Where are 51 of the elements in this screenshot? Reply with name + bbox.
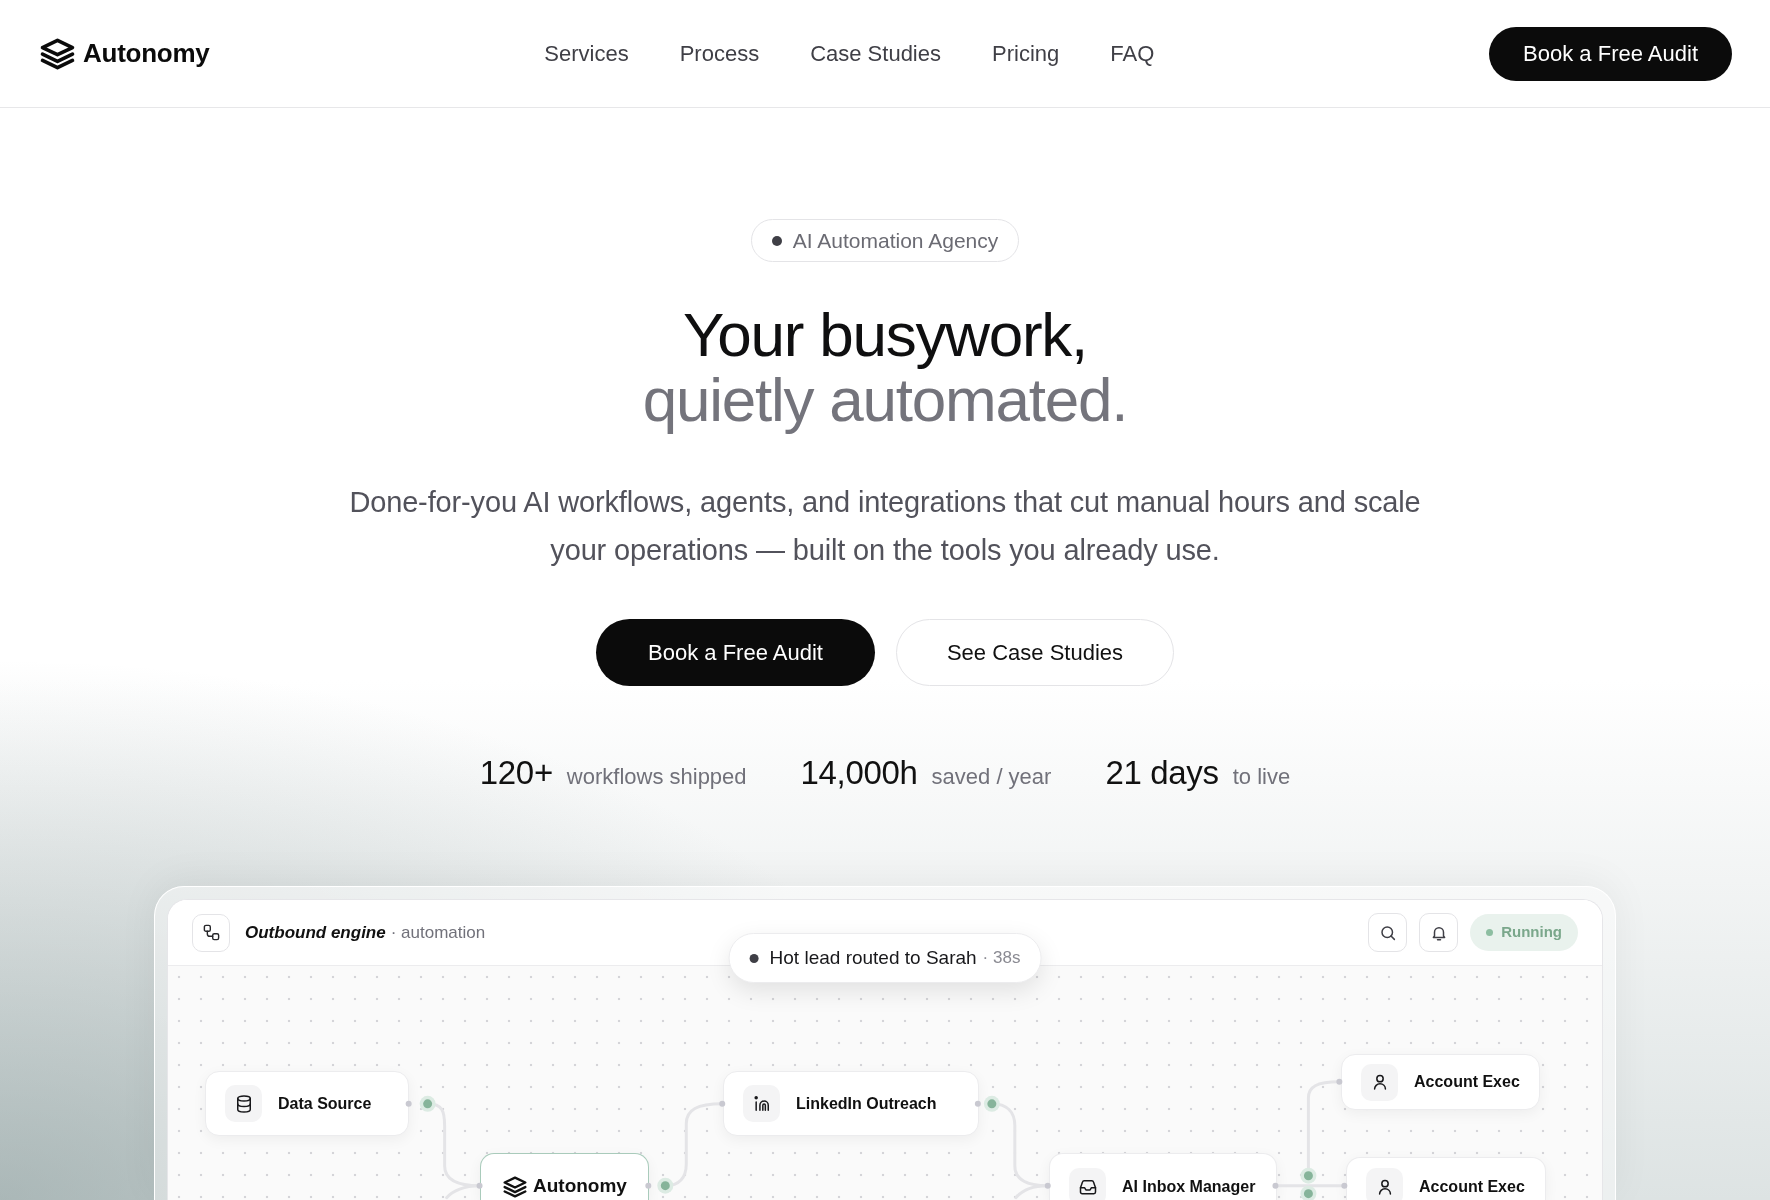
search-icon bbox=[1378, 923, 1397, 942]
node-label: Autonomy bbox=[533, 1174, 627, 1199]
junction-dot-icon bbox=[983, 1095, 1000, 1112]
brand-logo[interactable]: Autonomy bbox=[40, 34, 210, 73]
nav-link[interactable]: Process bbox=[679, 37, 760, 70]
user-icon bbox=[1361, 1063, 1398, 1101]
layers-icon bbox=[40, 37, 75, 70]
nav-link[interactable]: Case Studies bbox=[810, 37, 941, 70]
cta-button[interactable]: Book a Free Audit bbox=[596, 619, 875, 686]
cta-button[interactable]: Book a Free Audit bbox=[1489, 26, 1732, 81]
notifications-button[interactable] bbox=[1419, 913, 1459, 952]
port-icon bbox=[974, 1100, 981, 1107]
database-icon bbox=[225, 1085, 262, 1122]
node-label: LinkedIn Outreach bbox=[796, 1093, 937, 1114]
app-title: Outbound engine bbox=[245, 921, 386, 944]
node-label: Account Exec bbox=[1419, 1176, 1525, 1197]
stat-value: 21 days bbox=[1105, 753, 1219, 793]
port-icon bbox=[1272, 1182, 1279, 1189]
nodes-icon bbox=[192, 913, 230, 952]
layers-icon bbox=[503, 1175, 527, 1198]
stat-label: workflows shipped bbox=[566, 763, 747, 791]
in-logo-icon bbox=[743, 1085, 780, 1122]
port-icon bbox=[645, 1182, 652, 1189]
stat-value: 120+ bbox=[479, 753, 553, 793]
secondary-button[interactable]: See Case Studies bbox=[896, 619, 1174, 686]
node-label: AI Inbox Manager bbox=[1122, 1176, 1256, 1197]
headline: Your busywork, bbox=[682, 302, 1088, 367]
port-icon bbox=[405, 1100, 412, 1107]
stat-label: to live bbox=[1232, 763, 1291, 791]
junction-dot-icon bbox=[657, 1177, 674, 1194]
port-icon bbox=[476, 1182, 483, 1189]
toast-message: Hot lead routed to Sarah bbox=[769, 945, 977, 970]
nav-link[interactable]: Services bbox=[544, 37, 629, 70]
port-icon bbox=[1341, 1182, 1348, 1189]
tag-label: AI Automation Agency bbox=[792, 227, 999, 254]
port-icon bbox=[1336, 1078, 1343, 1085]
node-label: Account Exec bbox=[1414, 1072, 1520, 1092]
stat-value: 14,000h bbox=[800, 753, 918, 793]
node-label: Data Source bbox=[278, 1093, 372, 1114]
junction-dot-icon bbox=[419, 1095, 436, 1112]
port-icon bbox=[1044, 1182, 1051, 1189]
junction-dot-icon bbox=[1300, 1167, 1317, 1184]
search-button[interactable] bbox=[1368, 913, 1408, 952]
port-icon bbox=[719, 1100, 726, 1107]
nav-link[interactable]: Pricing bbox=[992, 37, 1060, 70]
status-label: Running bbox=[1501, 922, 1562, 943]
hero-description: Done-for-you AI workflows, agents, and integrations that cut manual hours and scale your operations — built on the tools you already use. bbox=[348, 485, 1422, 568]
stat-label: saved / year bbox=[931, 763, 1052, 791]
app-subtitle: · automation bbox=[390, 921, 486, 944]
nav-link[interactable]: FAQ bbox=[1110, 37, 1155, 70]
toast-time: · 38s bbox=[982, 947, 1021, 970]
